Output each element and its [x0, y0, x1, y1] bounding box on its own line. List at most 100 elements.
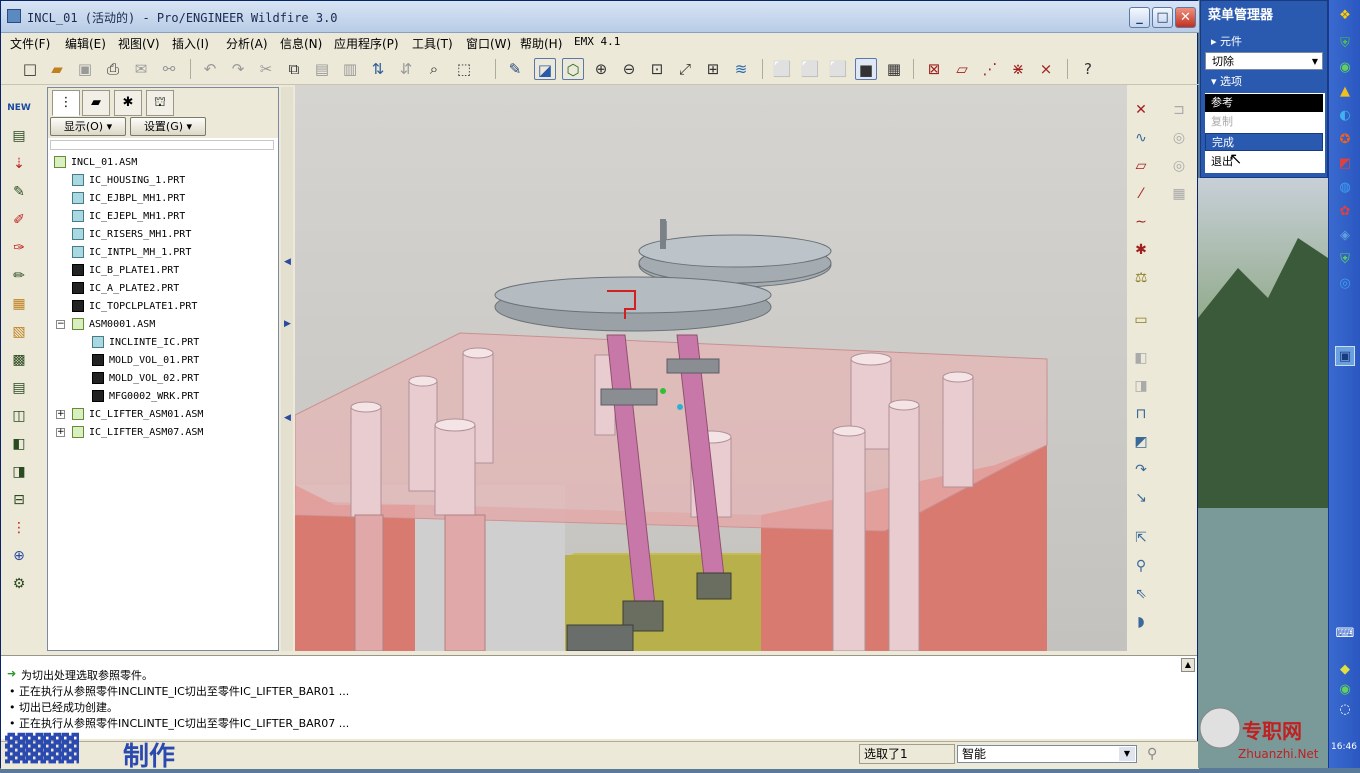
tab-folder-browser[interactable]: ▰ [82, 90, 110, 116]
menu-analysis[interactable]: 分析(A) [226, 35, 268, 52]
zoom-out-icon[interactable]: ⊖ [618, 58, 640, 80]
context-help-icon[interactable]: ? [1077, 58, 1099, 80]
app-icon-6[interactable]: ◎ [1335, 274, 1355, 294]
tree-node[interactable]: IC_EJBPL_MH1.PRT [72, 190, 185, 208]
shadow-surface-icon[interactable]: ◩ [1129, 431, 1153, 453]
new-icon[interactable]: NEW [7, 97, 31, 119]
tray-icon-1[interactable]: ◆ [1335, 660, 1355, 680]
skirt-surface-icon[interactable]: ↷ [1129, 459, 1153, 481]
tree-node[interactable]: IC_HOUSING_1.PRT [72, 172, 185, 190]
runner-icon[interactable]: ↘ [1129, 487, 1153, 509]
scroll-up-icon[interactable]: ▲ [1181, 658, 1195, 672]
menu-edit[interactable]: 编辑(E) [65, 35, 106, 52]
tray-icon-3[interactable]: ◌ [1335, 700, 1355, 720]
menu-info[interactable]: 信息(N) [280, 35, 322, 52]
save-icon[interactable]: ▣ [74, 58, 96, 80]
tab-model-tree[interactable]: ⋮ [52, 90, 80, 116]
menu-tools[interactable]: 工具(T) [412, 35, 453, 52]
send-link-icon[interactable]: ⚯ [158, 58, 180, 80]
menu-emx[interactable]: EMX 4.1 [574, 35, 620, 48]
spin-center-icon[interactable]: ◪ [534, 58, 556, 80]
tree-node[interactable]: IC_EJEPL_MH1.PRT [72, 208, 185, 226]
orient-mode-icon[interactable]: ⬡ [562, 58, 584, 80]
menu-file[interactable]: 文件(F) [10, 35, 50, 52]
paste-icon[interactable]: ▤ [311, 58, 333, 80]
send-mail-icon[interactable]: ✉ [130, 58, 152, 80]
ejector-pin-icon[interactable]: ⇣ [7, 153, 31, 175]
bom-icon[interactable]: ▤ [7, 377, 31, 399]
tree-node[interactable]: IC_LIFTER_ASM01.ASM [72, 406, 203, 424]
menu-view[interactable]: 视图(V) [118, 35, 160, 52]
datum-plane-display-icon[interactable]: ⊠ [923, 58, 945, 80]
tree-node[interactable]: INCLINTE_IC.PRT [92, 334, 199, 352]
sketch-tool-icon[interactable]: ▭ [1129, 309, 1153, 331]
datum-axis-display-icon[interactable]: ▱ [951, 58, 973, 80]
close-button[interactable]: ✕ [1175, 7, 1196, 28]
mold-opening-icon[interactable]: ◧ [7, 433, 31, 455]
datum-axis-icon[interactable]: ⁄ [1129, 183, 1153, 205]
print-icon[interactable]: ⎙ [102, 58, 124, 80]
ie-icon[interactable]: ◐ [1335, 106, 1355, 126]
show-dropdown[interactable]: 显示(O) ▾ [50, 117, 126, 136]
tree-node[interactable]: INCL_01.ASM [54, 154, 137, 172]
component-icon[interactable]: ▩ [7, 349, 31, 371]
menu-insert[interactable]: 插入(I) [172, 35, 209, 52]
app-icon-4[interactable]: ◈ [1335, 226, 1355, 246]
warning-icon[interactable]: ▲ [1335, 82, 1355, 102]
tab-connections[interactable]: ⛫ [146, 90, 174, 116]
copy-icon[interactable]: ⧉ [283, 58, 305, 80]
paste-special-icon[interactable]: ▥ [339, 58, 361, 80]
panel-splitter[interactable]: ◀ ▶ ◀ [281, 87, 293, 651]
cooling-check-icon[interactable]: ⋮ [7, 517, 31, 539]
tree-node[interactable]: MOLD_VOL_01.PRT [92, 352, 199, 370]
graphics-viewport[interactable] [295, 85, 1127, 651]
spin-center-display-icon[interactable]: ⨯ [1035, 58, 1057, 80]
dowel-icon[interactable]: ✐ [7, 209, 31, 231]
mold-base-icon[interactable]: ▤ [7, 125, 31, 147]
app-icon-3[interactable]: ✿ [1335, 202, 1355, 222]
app-icon-5[interactable]: ⛨ [1335, 250, 1355, 270]
expand-icon[interactable]: + [56, 428, 65, 437]
hidden-line-icon[interactable]: ⬜ [799, 58, 821, 80]
mold-volume-icon[interactable]: ◨ [1129, 375, 1153, 397]
screw-icon[interactable]: ✎ [7, 181, 31, 203]
datum-point-display-icon[interactable]: ⋰ [979, 58, 1001, 80]
datum-point-icon[interactable]: ✕ [1129, 99, 1153, 121]
csys-icon[interactable]: ✱ [1129, 239, 1153, 261]
shield-icon[interactable]: ⛨ [1335, 34, 1355, 54]
pattern-icon[interactable]: ⊕ [7, 545, 31, 567]
repaint-icon[interactable]: ✎ [504, 58, 526, 80]
lifter-icon[interactable]: ▧ [7, 321, 31, 343]
extract-icon[interactable]: ⇱ [1129, 527, 1153, 549]
drawing-icon[interactable]: ◫ [7, 405, 31, 427]
tree-node[interactable]: IC_RISERS_MH1.PRT [72, 226, 191, 244]
layers-icon[interactable]: ≋ [730, 58, 752, 80]
datum-plane-icon[interactable]: ▱ [1129, 155, 1153, 177]
draft-check-icon[interactable]: ⇖ [1129, 583, 1153, 605]
tree-node[interactable]: IC_TOPCLPLATE1.PRT [72, 298, 197, 316]
redo-icon[interactable]: ↷ [227, 58, 249, 80]
app-icon-2[interactable]: ◍ [1335, 178, 1355, 198]
new-file-icon[interactable]: □ [19, 58, 41, 80]
menu-section-options[interactable]: ▾ 选项 [1205, 73, 1323, 91]
sketch-icon[interactable]: ⊐ [1167, 99, 1191, 121]
menu-item-reference[interactable]: 参考 [1205, 94, 1323, 112]
mold-open-icon[interactable]: ⚲ [1129, 555, 1153, 577]
select-box-icon[interactable]: ⬚ [453, 58, 475, 80]
cut-icon[interactable]: ✂ [255, 58, 277, 80]
settings-dropdown[interactable]: 设置(G) ▾ [130, 117, 206, 136]
expand-icon[interactable]: + [56, 410, 65, 419]
zoom-in-icon[interactable]: ⊕ [590, 58, 612, 80]
refresh-icon[interactable]: ◉ [1335, 58, 1355, 78]
chevron-down-icon[interactable]: ▼ [1119, 747, 1135, 761]
tree-node[interactable]: IC_B_PLATE1.PRT [72, 262, 179, 280]
tree-node[interactable]: IC_INTPL_MH_1.PRT [72, 244, 191, 262]
slider-icon[interactable]: ▦ [7, 293, 31, 315]
offset-icon[interactable]: ◎ [1167, 127, 1191, 149]
minimize-button[interactable]: _ [1129, 7, 1150, 28]
menu-item-copy[interactable]: 复制 [1205, 113, 1323, 131]
open-folder-icon[interactable]: ▰ [46, 58, 68, 80]
lock-icon[interactable]: ⚲ [1147, 746, 1157, 762]
selection-filter[interactable]: 智能 [957, 745, 1137, 763]
tab-favorites[interactable]: ✱ [114, 90, 142, 116]
